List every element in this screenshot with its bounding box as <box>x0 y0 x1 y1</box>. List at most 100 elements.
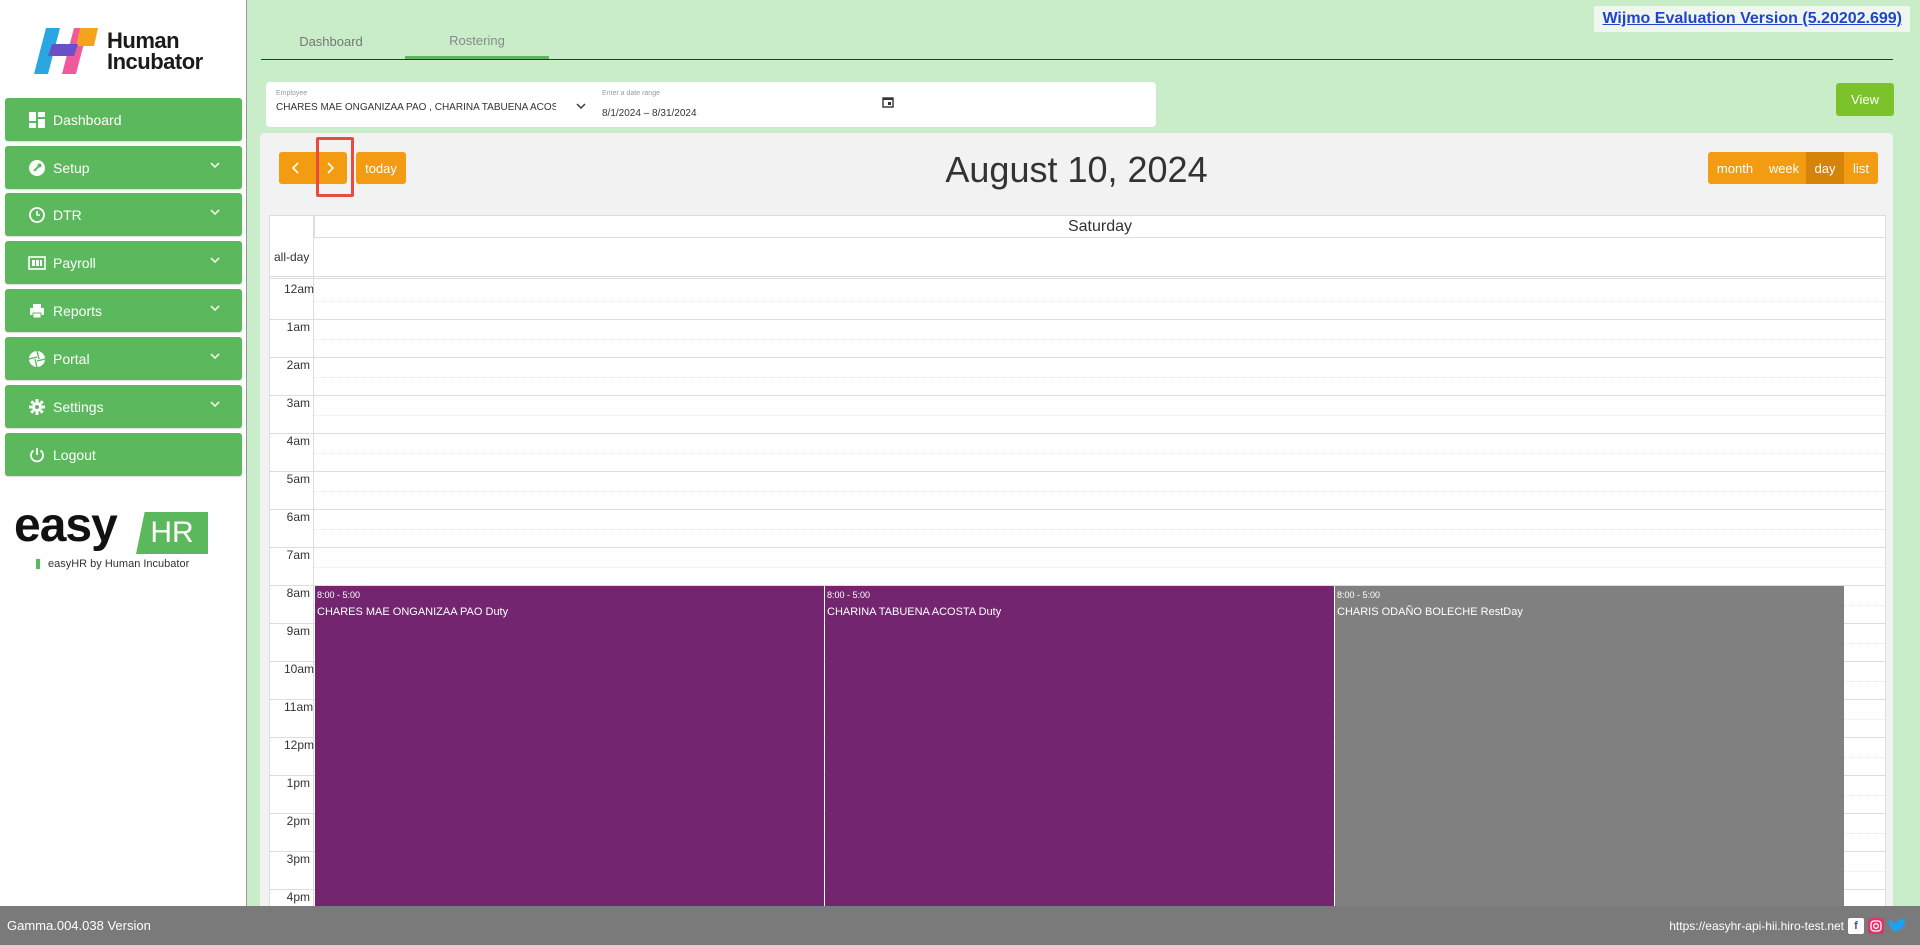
main-content: Wijmo Evaluation Version (5.20202.699) D… <box>247 0 1920 915</box>
human-incubator-logo: Human Incubator <box>34 26 224 78</box>
sidebar-item-settings[interactable]: Settings <box>5 385 242 428</box>
event-time: 8:00 - 5:00 <box>317 590 361 600</box>
event-title: CHARIS ODAÑO BOLECHE RestDay <box>1337 606 1523 618</box>
sidebar-item-dashboard[interactable]: Dashboard <box>5 98 242 141</box>
sidebar-item-payroll[interactable]: Payroll <box>5 241 242 284</box>
twitter-icon[interactable] <box>1888 918 1908 934</box>
sidebar-item-label: Reports <box>53 302 103 319</box>
easyhr-logo-box: HR <box>136 512 208 554</box>
power-icon <box>27 445 47 465</box>
human-incubator-logo-mark-icon <box>34 28 98 74</box>
time-slot-label: 6am <box>286 510 310 524</box>
payroll-icon <box>27 253 47 273</box>
calendar-event[interactable]: 8:00 - 5:00 CHARIS ODAÑO BOLECHE RestDay <box>1335 586 1844 914</box>
easyhr-tagline-text: easyHR by Human Incubator <box>48 558 190 570</box>
time-slot-row[interactable]: 6am <box>270 510 1885 548</box>
chevron-down-icon <box>576 103 586 109</box>
employee-select-value: CHARES MAE ONGANIZAA PAO , CHARINA TABUE… <box>276 102 556 113</box>
time-slot-label: 4pm <box>286 890 310 904</box>
half-hour-line <box>314 529 1885 530</box>
date-range-value: 8/1/2024 – 8/31/2024 <box>602 108 697 119</box>
brand-line1: Human <box>107 28 180 53</box>
chevron-down-icon <box>210 305 220 312</box>
calendar-grid: Saturday all-day 12am 1am 2am 3am 4am 5am 6am 7… <box>269 215 1886 915</box>
aperture-icon <box>27 349 47 369</box>
sidebar-item-label: Payroll <box>53 254 96 271</box>
time-slot-label: 7am <box>286 548 310 562</box>
gear-icon <box>27 397 47 417</box>
time-slot-label: 12am <box>284 282 315 296</box>
time-slot-label: 9am <box>286 624 310 638</box>
time-slot-label: 1pm <box>286 776 310 790</box>
easyhr-logo: easy HR easyHR by Human Incubator <box>14 500 214 570</box>
footer-url[interactable]: https://easyhr-api-hii.hiro-test.net <box>1669 919 1844 933</box>
time-slot-row[interactable]: 3am <box>270 396 1885 434</box>
sidebar-item-label: DTR <box>53 206 82 223</box>
time-slot-label: 11am <box>284 700 314 714</box>
tagline-bar <box>36 559 40 569</box>
time-slot-label: 5am <box>286 472 310 486</box>
sidebar-item-reports[interactable]: Reports <box>5 289 242 332</box>
version-text: Gamma.004.038 Version <box>7 918 151 933</box>
sidebar-item-logout[interactable]: Logout <box>5 433 242 476</box>
time-slot-row[interactable]: 1am <box>270 320 1885 358</box>
event-title: CHARES MAE ONGANIZAA PAO Duty <box>317 606 509 618</box>
wrench-icon <box>27 158 47 178</box>
view-week-button[interactable]: week <box>1762 152 1806 184</box>
sidebar-item-label: Settings <box>53 398 104 415</box>
allday-label: all-day <box>274 250 310 264</box>
sidebar-item-dtr[interactable]: DTR <box>5 193 242 236</box>
time-slot-row[interactable]: 2am <box>270 358 1885 396</box>
day-header: Saturday <box>314 216 1885 238</box>
facebook-icon[interactable]: f <box>1848 918 1864 934</box>
sidebar-item-label: Logout <box>53 446 96 463</box>
calendar-title: August 10, 2024 <box>945 149 1208 190</box>
view-month-button[interactable]: month <box>1708 152 1762 184</box>
calendar-event[interactable]: 8:00 - 5:00 CHARINA TABUENA ACOSTA Duty <box>825 586 1334 914</box>
footer: Gamma.004.038 Version https://easyhr-api… <box>0 906 1920 945</box>
calendar-icon[interactable] <box>882 96 894 108</box>
tab-rostering[interactable]: Rostering <box>405 24 549 59</box>
dashboard-icon <box>27 110 47 130</box>
half-hour-line <box>314 453 1885 454</box>
top-tabs: Dashboard Rostering <box>261 24 1893 60</box>
time-slot-row[interactable]: 7am <box>270 548 1885 586</box>
sidebar-item-setup[interactable]: Setup <box>5 146 242 189</box>
half-hour-line <box>314 339 1885 340</box>
easyhr-tagline: easyHR by Human Incubator <box>36 558 189 570</box>
tab-dashboard[interactable]: Dashboard <box>261 24 401 59</box>
half-hour-line <box>314 567 1885 568</box>
time-slot-label: 2am <box>286 358 310 372</box>
sidebar: Human Incubator Dashboard Setup DTR Payr… <box>0 0 247 906</box>
brand-name: Human Incubator <box>107 28 203 74</box>
time-slot-row[interactable]: 12am <box>270 282 1885 320</box>
time-slot-row[interactable]: 4am <box>270 434 1885 472</box>
calendar-event[interactable]: 8:00 - 5:00 CHARES MAE ONGANIZAA PAO Duty <box>315 586 824 914</box>
time-slot-label: 3pm <box>286 852 310 866</box>
half-hour-line <box>314 491 1885 492</box>
date-range-label: Enter a date range <box>602 90 660 97</box>
half-hour-line <box>314 301 1885 302</box>
date-range-field[interactable]: Enter a date range 8/1/2024 – 8/31/2024 <box>592 82 910 127</box>
chevron-down-icon <box>210 353 220 360</box>
chevron-down-icon <box>210 162 220 169</box>
time-slot-label: 8am <box>286 586 310 600</box>
event-time: 8:00 - 5:00 <box>1337 590 1381 600</box>
half-hour-line <box>314 377 1885 378</box>
sidebar-item-label: Portal <box>53 350 90 367</box>
sidebar-item-label: Dashboard <box>53 111 122 128</box>
view-button[interactable]: View <box>1836 83 1894 116</box>
instagram-icon[interactable] <box>1868 918 1884 934</box>
chevron-down-icon <box>210 209 220 216</box>
time-slot-label: 2pm <box>286 814 310 828</box>
view-day-button[interactable]: day <box>1806 152 1844 184</box>
clock-icon <box>27 205 47 225</box>
allday-row[interactable]: all-day <box>270 238 1885 279</box>
sidebar-item-portal[interactable]: Portal <box>5 337 242 380</box>
event-title: CHARINA TABUENA ACOSTA Duty <box>827 606 1002 618</box>
time-slot-row[interactable]: 5am <box>270 472 1885 510</box>
calendar-panel: today August 10, 2024 month week day lis… <box>260 133 1893 915</box>
view-list-button[interactable]: list <box>1844 152 1878 184</box>
brand-line2: Incubator <box>107 49 203 74</box>
time-slot-label: 10am <box>284 662 315 676</box>
